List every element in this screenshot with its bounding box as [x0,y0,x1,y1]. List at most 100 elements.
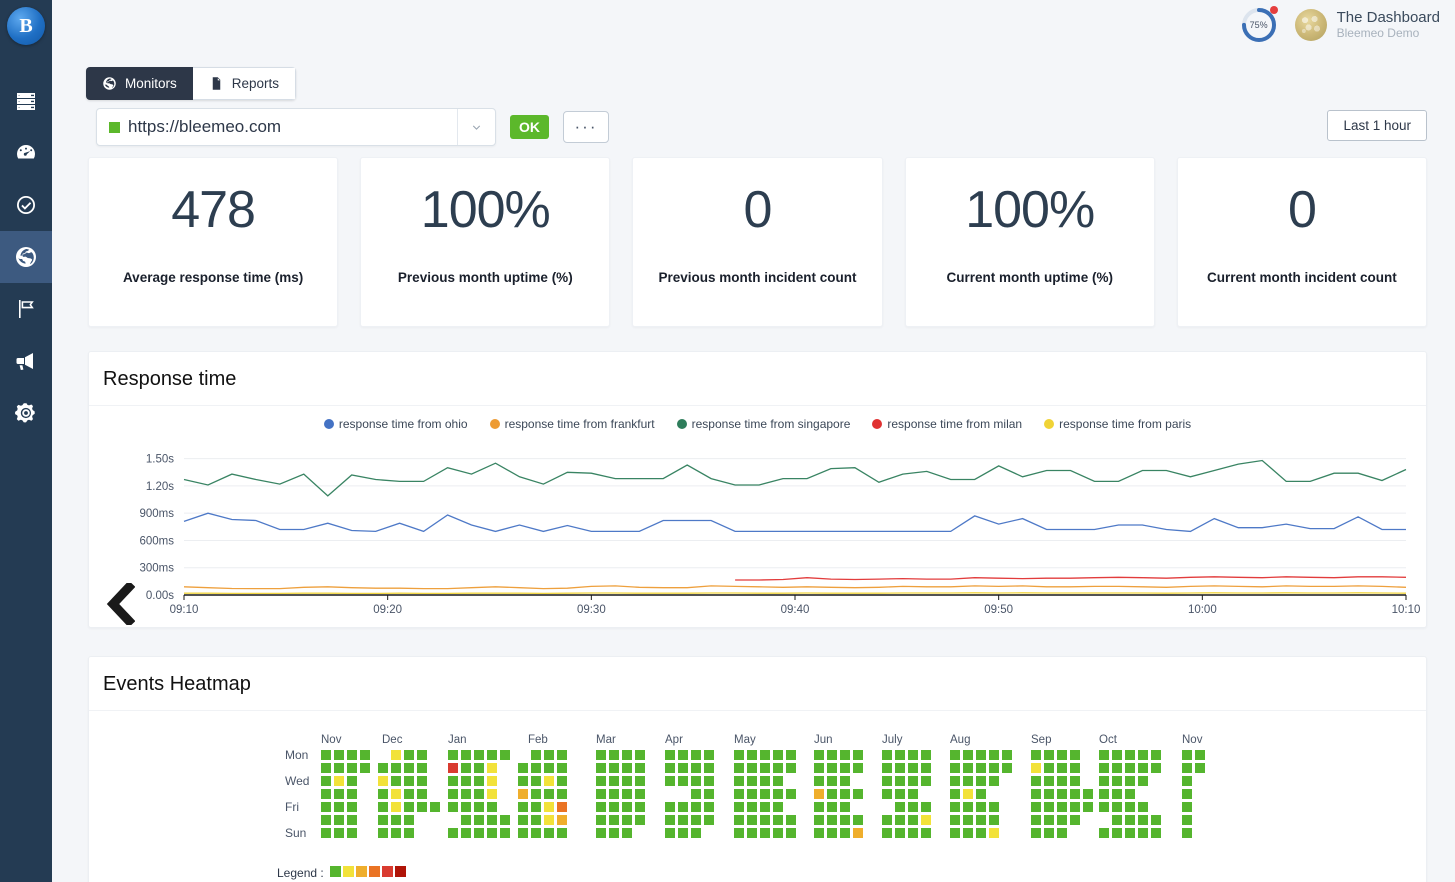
heatmap-cell[interactable] [487,828,497,838]
heatmap-cell[interactable] [334,815,344,825]
heatmap-cell[interactable] [321,815,331,825]
heatmap-cell[interactable] [840,763,850,773]
heatmap-cell[interactable] [321,802,331,812]
heatmap-cell[interactable] [882,828,892,838]
heatmap-cell[interactable] [461,815,471,825]
heatmap-cell[interactable] [1112,763,1122,773]
heatmap-cell[interactable] [827,789,837,799]
heatmap-cell[interactable] [609,776,619,786]
heatmap-cell[interactable] [474,828,484,838]
heatmap-cell[interactable] [417,776,427,786]
heatmap-cell[interactable] [814,776,824,786]
heatmap-cell[interactable] [950,815,960,825]
heatmap-cell[interactable] [921,750,931,760]
heatmap-cell[interactable] [882,815,892,825]
heatmap-cell[interactable] [347,828,357,838]
heatmap-cell[interactable] [908,776,918,786]
heatmap-cell[interactable] [635,802,645,812]
heatmap-cell[interactable] [1138,776,1148,786]
heatmap-cell[interactable] [921,828,931,838]
user-info[interactable]: The Dashboard Bleemeo Demo [1337,9,1440,40]
heatmap-cell[interactable] [827,763,837,773]
tab-monitors[interactable]: Monitors [86,67,193,100]
response-time-chart[interactable]: 0.00s 300ms 600ms 900ms 1.20s 1.50s 09:10 09:20… [89,437,1426,628]
heatmap-cell[interactable] [596,789,606,799]
heatmap-cell[interactable] [378,763,388,773]
chevron-down-icon[interactable] [457,109,495,145]
heatmap-cell[interactable] [596,802,606,812]
heatmap-cell[interactable] [391,802,401,812]
heatmap-cell[interactable] [1125,776,1135,786]
heatmap-cell[interactable] [378,802,388,812]
heatmap-cell[interactable] [474,750,484,760]
heatmap-cell[interactable] [814,750,824,760]
heatmap-cell[interactable] [622,802,632,812]
heatmap-cell[interactable] [500,828,510,838]
more-options-button[interactable]: ··· [563,111,609,143]
heatmap-cell[interactable] [1138,815,1148,825]
heatmap-cell[interactable] [622,776,632,786]
heatmap-cell[interactable] [989,750,999,760]
heatmap-cell[interactable] [1057,802,1067,812]
heatmap-cell[interactable] [1182,828,1192,838]
heatmap-cell[interactable] [461,776,471,786]
heatmap-cell[interactable] [1044,763,1054,773]
heatmap-cell[interactable] [827,815,837,825]
brand-logo[interactable]: B [7,7,45,45]
heatmap-cell[interactable] [1057,763,1067,773]
tab-reports[interactable]: Reports [192,67,297,100]
heatmap-cell[interactable] [404,763,414,773]
heatmap-cell[interactable] [1138,802,1148,812]
heatmap-cell[interactable] [1099,750,1109,760]
heatmap-cell[interactable] [487,802,497,812]
heatmap-cell[interactable] [448,828,458,838]
heatmap-cell[interactable] [976,828,986,838]
heatmap-cell[interactable] [853,789,863,799]
heatmap-cell[interactable] [557,828,567,838]
heatmap-cell[interactable] [734,750,744,760]
notification-dot[interactable] [1269,6,1278,14]
sidebar-item-dashboards[interactable] [0,127,52,179]
heatmap-cell[interactable] [635,776,645,786]
heatmap-cell[interactable] [544,776,554,786]
heatmap-cell[interactable] [360,750,370,760]
heatmap-cell[interactable] [1138,828,1148,838]
heatmap-cell[interactable] [678,802,688,812]
heatmap-cell[interactable] [786,828,796,838]
heatmap-cell[interactable] [1031,828,1041,838]
heatmap-cell[interactable] [1070,815,1080,825]
heatmap-cell[interactable] [334,789,344,799]
heatmap-cell[interactable] [622,750,632,760]
heatmap-cell[interactable] [448,776,458,786]
heatmap-cell[interactable] [461,763,471,773]
heatmap-cell[interactable] [678,815,688,825]
legend-item[interactable]: response time from singapore [676,417,850,431]
heatmap-cell[interactable] [734,815,744,825]
heatmap-cell[interactable] [334,802,344,812]
heatmap-cell[interactable] [1125,789,1135,799]
sidebar-item-checks[interactable] [0,179,52,231]
heatmap-cell[interactable] [1125,763,1135,773]
heatmap-cell[interactable] [814,815,824,825]
heatmap-cell[interactable] [747,828,757,838]
heatmap-cell[interactable] [1031,750,1041,760]
heatmap-cell[interactable] [691,763,701,773]
heatmap-cell[interactable] [882,789,892,799]
heatmap-cell[interactable] [1151,828,1161,838]
heatmap-cell[interactable] [1112,828,1122,838]
heatmap-cell[interactable] [391,815,401,825]
heatmap-cell[interactable] [786,789,796,799]
heatmap-cell[interactable] [1083,789,1093,799]
heatmap-cell[interactable] [963,815,973,825]
heatmap-cell[interactable] [404,776,414,786]
heatmap-cell[interactable] [1112,750,1122,760]
heatmap-cell[interactable] [1099,802,1109,812]
heatmap-cell[interactable] [691,828,701,838]
heatmap-cell[interactable] [487,789,497,799]
heatmap-cell[interactable] [853,828,863,838]
heatmap-cell[interactable] [487,763,497,773]
heatmap-cell[interactable] [989,802,999,812]
heatmap-cell[interactable] [609,828,619,838]
heatmap-cell[interactable] [895,802,905,812]
heatmap-cell[interactable] [1182,763,1192,773]
